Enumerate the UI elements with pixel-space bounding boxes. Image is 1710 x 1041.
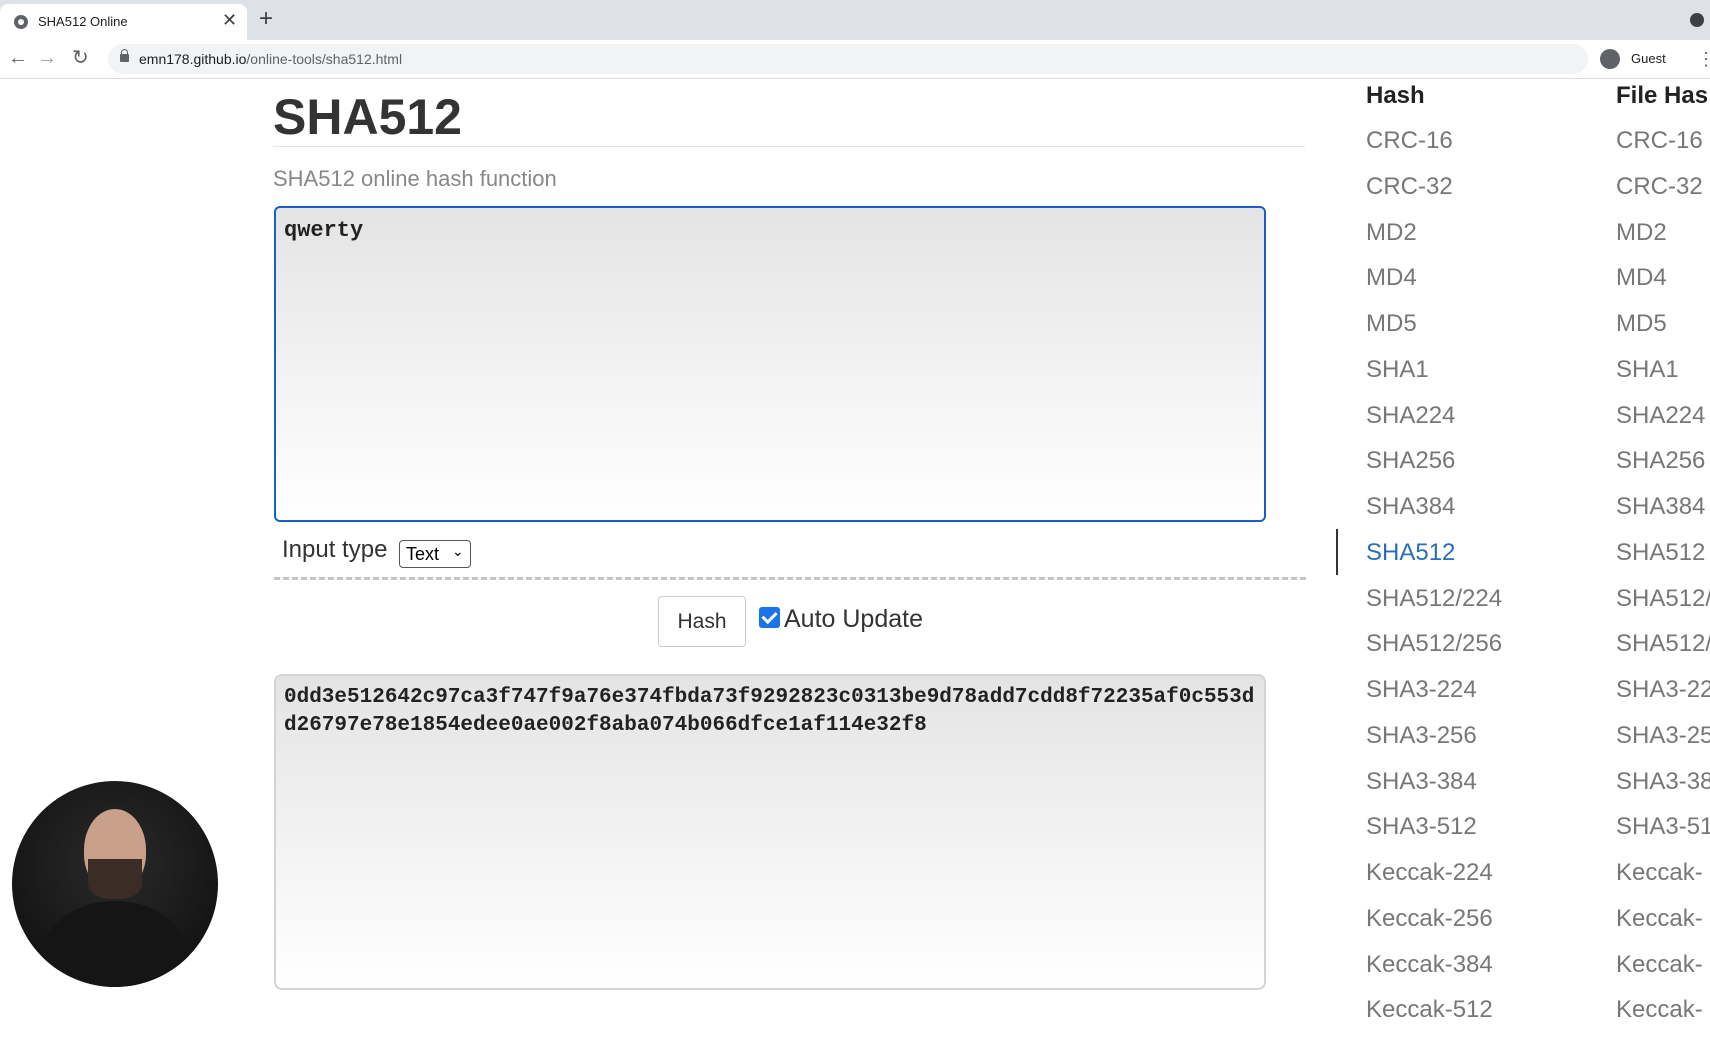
hash-link-item[interactable]: SHA384 (1366, 492, 1502, 538)
file-hash-link-item[interactable]: SHA512/ (1616, 584, 1710, 630)
input-textarea[interactable]: qwerty (274, 206, 1266, 522)
hash-link-item[interactable]: Keccak-256 (1366, 904, 1502, 950)
file-hash-link-item[interactable]: SHA1 (1616, 355, 1710, 401)
file-hash-link-item[interactable]: MD4 (1616, 263, 1710, 309)
input-type-value: Text (406, 544, 440, 564)
url-path: /online-tools/sha512.html (246, 51, 403, 67)
hash-link-item[interactable]: Keccak-224 (1366, 858, 1502, 904)
hash-link-item[interactable]: SHA3-224 (1366, 675, 1502, 721)
browser-toolbar: ← → ↻ emn178.github.io/online-tools/sha5… (0, 40, 1710, 79)
hash-button[interactable]: Hash (658, 596, 746, 647)
file-hash-link-item[interactable]: Keccak- (1616, 858, 1710, 904)
new-tab-icon[interactable]: + (259, 6, 273, 32)
title-divider (273, 146, 1305, 147)
file-hash-link-item[interactable]: CRC-16 (1616, 126, 1710, 172)
presenter-beard (88, 859, 142, 899)
hash-link-item[interactable]: Keccak-512 (1366, 995, 1502, 1041)
file-hash-heading: File Has (1616, 82, 1709, 109)
webcam-overlay (12, 781, 218, 987)
file-hash-items: CRC-16 CRC-32 MD2 MD4 MD5 SHA1 SHA224 SHA256 SHA… (1616, 126, 1710, 1041)
hash-link-item[interactable]: MD4 (1366, 263, 1502, 309)
user-avatar-icon (1600, 49, 1620, 69)
input-type-select[interactable]: Text ⌄ (399, 540, 471, 568)
file-hash-link-item[interactable]: SHA512 (1616, 538, 1710, 584)
hash-link-item[interactable]: SHA3-256 (1366, 721, 1502, 767)
reload-icon[interactable]: ↻ (72, 46, 89, 70)
auto-update-label[interactable]: Auto Update (784, 605, 923, 634)
file-hash-link-item[interactable]: Keccak- (1616, 904, 1710, 950)
page-subtitle: SHA512 online hash function (273, 166, 557, 191)
input-type-label: Input type (282, 536, 388, 563)
auto-update-checkbox[interactable] (759, 607, 780, 628)
back-arrow-icon[interactable]: ← (8, 46, 28, 70)
hash-link-item[interactable]: CRC-16 (1366, 126, 1502, 172)
file-hash-link-item[interactable]: SHA3-25 (1616, 721, 1710, 767)
output-textarea[interactable]: 0dd3e512642c97ca3f747f9a76e374fbda73f929… (274, 674, 1266, 990)
globe-icon (14, 15, 28, 29)
file-hash-link-item[interactable]: SHA224 (1616, 401, 1710, 447)
tab-search-icon[interactable] (1690, 13, 1704, 27)
hash-heading: Hash (1366, 82, 1425, 109)
url-domain: emn178.github.io (139, 51, 247, 67)
file-hash-link-item[interactable]: SHA3-51 (1616, 812, 1710, 858)
hash-link-item[interactable]: MD5 (1366, 309, 1502, 355)
file-hash-link-item[interactable]: Keccak- (1616, 995, 1710, 1041)
hash-link-item[interactable]: Keccak-384 (1366, 950, 1502, 996)
hash-link-item[interactable]: SHA3-512 (1366, 812, 1502, 858)
presenter-body (42, 901, 188, 987)
hash-link-item[interactable]: SHA3-384 (1366, 767, 1502, 813)
profile-label: Guest (1631, 51, 1666, 66)
tab-strip: SHA512 Online ✕ + (0, 0, 1710, 40)
chevron-down-icon: ⌄ (452, 543, 464, 559)
hash-link-item[interactable]: SHA512/224 (1366, 584, 1502, 630)
active-indicator (1336, 529, 1338, 575)
file-hash-link-item[interactable]: Keccak- (1616, 950, 1710, 996)
address-bar[interactable]: emn178.github.io/online-tools/sha512.htm… (108, 44, 1588, 74)
hash-link-item[interactable]: SHA1 (1366, 355, 1502, 401)
hash-link-item[interactable]: SHA256 (1366, 446, 1502, 492)
hash-link-item[interactable]: CRC-32 (1366, 172, 1502, 218)
file-hash-link-item[interactable]: MD5 (1616, 309, 1710, 355)
file-hash-link-item[interactable]: SHA384 (1616, 492, 1710, 538)
hash-link-item[interactable]: SHA224 (1366, 401, 1502, 447)
hash-link-item[interactable]: SHA512 (1366, 538, 1502, 584)
browser-tab[interactable]: SHA512 Online ✕ (0, 4, 247, 40)
kebab-menu-icon[interactable]: ⋮ (1697, 49, 1710, 69)
hash-link-item[interactable]: MD2 (1366, 218, 1502, 264)
file-hash-link-item[interactable]: SHA512/ (1616, 629, 1710, 675)
forward-arrow-icon[interactable]: → (37, 46, 57, 70)
url-text[interactable]: emn178.github.io/online-tools/sha512.htm… (139, 51, 402, 67)
hash-link-item[interactable]: SHA512/256 (1366, 629, 1502, 675)
profile-button[interactable]: Guest (1600, 44, 1698, 74)
dashed-divider (274, 577, 1306, 580)
tab-title: SHA512 Online (38, 14, 128, 29)
file-hash-link-item[interactable]: SHA3-22 (1616, 675, 1710, 721)
file-hash-link-item[interactable]: MD2 (1616, 218, 1710, 264)
file-hash-link-item[interactable]: SHA3-38 (1616, 767, 1710, 813)
file-hash-link-item[interactable]: SHA256 (1616, 446, 1710, 492)
hash-items: CRC-16 CRC-32 MD2 MD4 MD5 SHA1 SHA224 SHA256 SHA… (1366, 126, 1502, 1041)
lock-icon[interactable] (120, 49, 129, 62)
close-tab-icon[interactable]: ✕ (222, 10, 237, 30)
page-title: SHA512 (273, 89, 462, 145)
file-hash-link-item[interactable]: CRC-32 (1616, 172, 1710, 218)
